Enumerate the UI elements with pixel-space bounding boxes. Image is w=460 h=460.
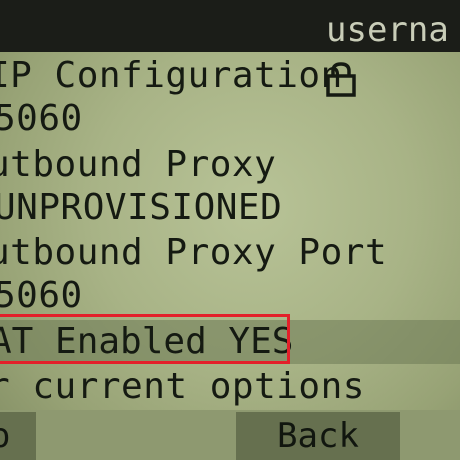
username-label: userna xyxy=(326,10,449,50)
status-bar: userna xyxy=(0,0,460,52)
softkey-left-label: o xyxy=(0,416,11,456)
back-softkey-button[interactable]: Back xyxy=(236,412,400,460)
lock-icon xyxy=(326,62,356,97)
list-item-outbound-proxy-value[interactable]: UNPROVISIONED xyxy=(0,187,282,229)
list-item-outbound-proxy-label[interactable]: utbound Proxy xyxy=(0,144,276,186)
phone-lcd-screen: userna IP Configuration 5060 utbound Pro… xyxy=(0,0,460,460)
menu-title: IP Configuration xyxy=(0,55,343,96)
list-item-outbound-proxy-port-label[interactable]: utbound Proxy Port xyxy=(0,232,387,274)
annotation-highlight-box xyxy=(0,314,290,364)
list-item-clear-current-options[interactable]: r current options xyxy=(0,366,365,408)
list-item-port-value[interactable]: 5060 xyxy=(0,98,83,140)
softkey-left-button[interactable]: o xyxy=(0,412,36,460)
list-item-outbound-proxy-port-value[interactable]: 5060 xyxy=(0,275,83,317)
